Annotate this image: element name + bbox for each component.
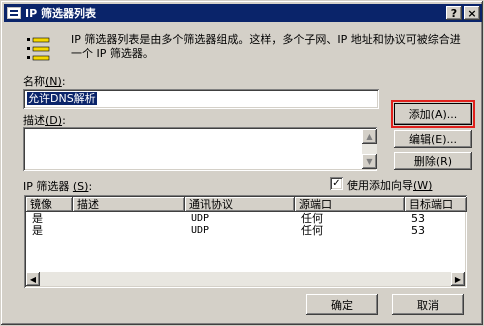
table-row[interactable]: 是 UDP 任何 53 [26,224,467,237]
cell-dest-port: 53 [411,224,425,237]
edit-button[interactable]: 编辑(E)... [394,130,472,148]
name-label: 名称(N): [23,75,66,88]
ip-filters-label-text: IP 筛选器 [23,180,70,193]
column-header-source-port[interactable]: 源端口 [295,197,405,212]
description-scrollbar[interactable]: ▲ ▼ [362,129,377,169]
cell-mirror: 是 [32,224,43,237]
description-textarea[interactable] [23,127,377,171]
ok-button[interactable]: 确定 [306,294,378,315]
name-label-text: 名称 [23,75,45,88]
ip-filters-label-accesskey: (S) [72,180,89,193]
column-header-dest-port[interactable]: 目标端口 [405,197,467,212]
add-button[interactable]: 添加(A)... [394,103,472,125]
list-header: 镜像 描述 通讯协议 源端口 目标端口 [26,197,467,212]
window-title: IP 筛选器列表 [25,7,96,20]
description-label-accesskey: (D) [45,114,63,127]
column-header-description[interactable]: 描述 [73,197,185,212]
dialog-window: IP 筛选器列表 ? × IP 筛选器列表是由多个筛选器组成。这样，多个子网、I… [0,0,484,326]
name-label-accesskey: (N) [45,75,62,88]
scroll-down-icon[interactable]: ▼ [362,154,377,169]
ip-filters-label: IP 筛选器 (S): [23,180,93,193]
window-icon [7,7,21,19]
name-input[interactable]: 允许DNS解析 [23,89,379,109]
dialog-description: IP 筛选器列表是由多个筛选器组成。这样，多个子网、IP 地址和协议可被综合进一… [71,33,461,60]
scroll-up-icon[interactable]: ▲ [362,129,377,144]
cell-description [73,224,185,237]
use-wizard-checkbox[interactable]: ✓ [330,177,343,190]
remove-button[interactable]: 删除(R) [394,152,472,170]
filter-list-icon [27,37,50,61]
close-button[interactable]: × [464,6,480,20]
description-label-text: 描述 [23,114,45,127]
use-wizard-label[interactable]: 使用添加向导(W) [347,177,432,193]
scroll-right-icon[interactable]: ▶ [451,272,465,286]
cancel-button[interactable]: 取消 [392,294,464,315]
column-header-mirror[interactable]: 镜像 [26,197,73,212]
cell-protocol: UDP [191,225,210,236]
use-wizard-label-text: 使用添加向导 [347,179,413,192]
use-wizard-label-accesskey: (W) [413,179,433,192]
scroll-left-icon[interactable]: ◀ [26,272,40,286]
title-bar[interactable]: IP 筛选器列表 ? × [4,4,482,22]
cell-source-port: 任何 [301,224,323,237]
description-label: 描述(D): [23,114,66,127]
list-horizontal-scrollbar[interactable]: ◀ ▶ [26,272,465,286]
column-header-protocol[interactable]: 通讯协议 [185,197,295,212]
help-button[interactable]: ? [446,6,462,20]
name-input-value: 允许DNS解析 [27,92,97,105]
